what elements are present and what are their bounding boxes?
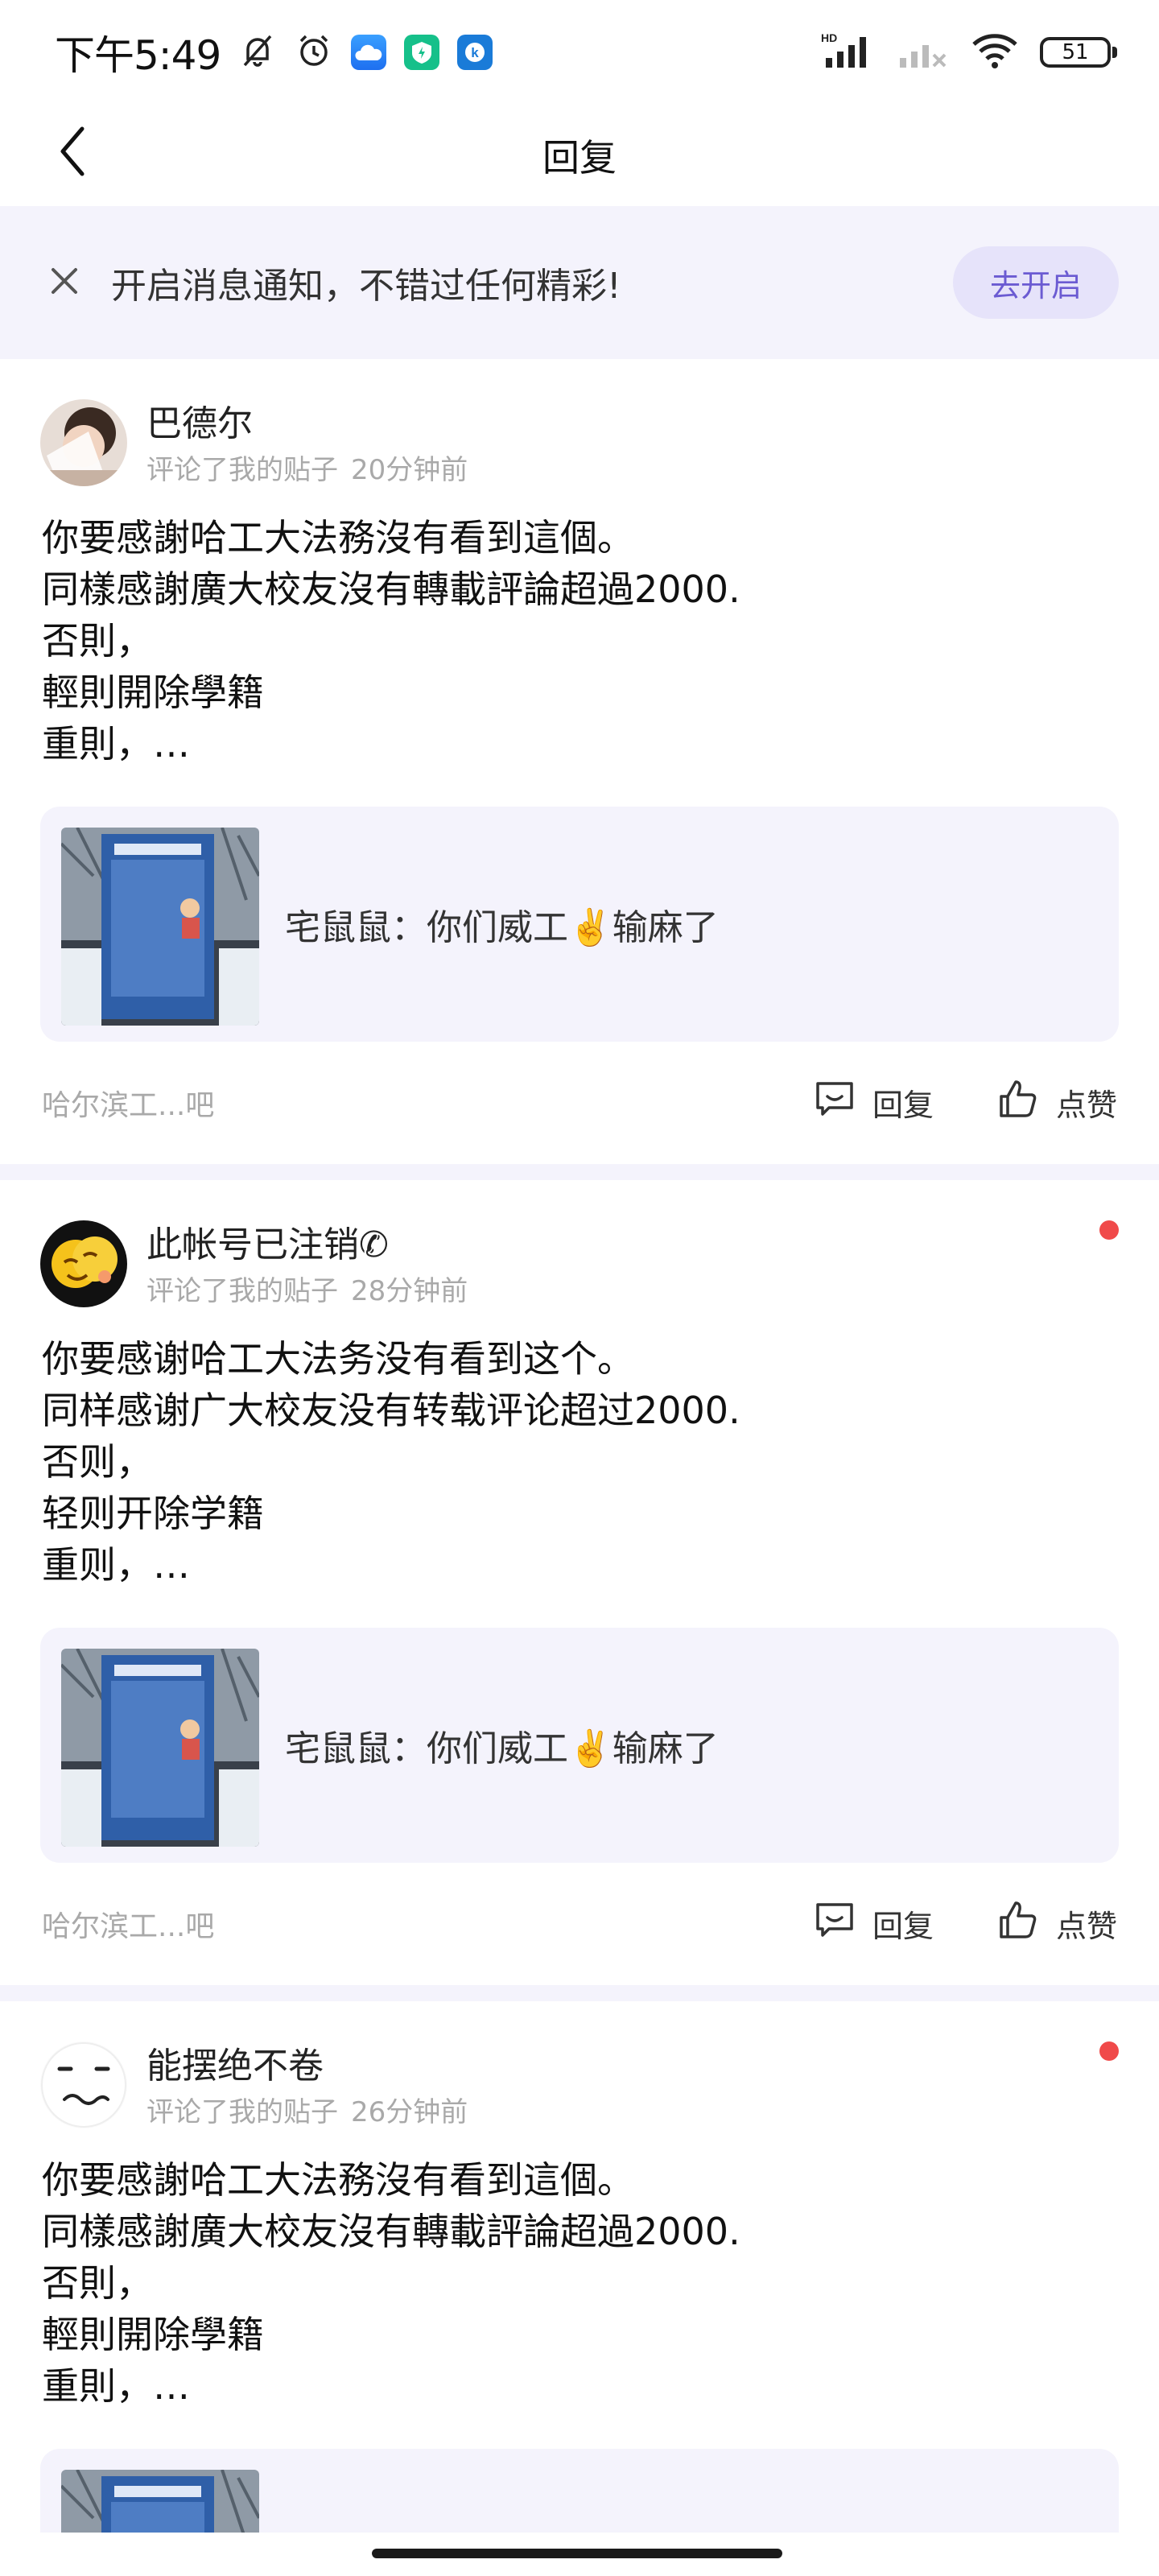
svg-text:k: k <box>472 45 480 60</box>
reply-time: 26分钟前 <box>351 2096 468 2128</box>
signal-icon: HD <box>819 31 876 74</box>
comment-icon <box>813 1898 856 1949</box>
home-indicator[interactable] <box>372 2549 782 2558</box>
status-bar: 下午5:49 k HD 51 <box>0 0 1159 105</box>
reply-card[interactable]: 巴德尔 评论了我的贴子 20分钟前 你要感謝哈工大法務沒有看到這個。 同樣感謝廣大… <box>0 359 1159 1164</box>
banner-text: 开启消息通知，不错过任何精彩! <box>111 266 621 307</box>
avatar[interactable] <box>40 399 127 486</box>
username[interactable]: 此帐号已注销✆ <box>146 1216 389 1267</box>
enable-notifications-button[interactable]: 去开启 <box>953 246 1119 319</box>
signal-off-icon <box>897 32 950 72</box>
reply-action: 评论了我的贴子 <box>146 1275 338 1307</box>
battery-icon: 51 <box>1040 37 1117 68</box>
app-k-icon: k <box>457 35 493 70</box>
username[interactable]: 能摆绝不卷 <box>146 2037 324 2088</box>
content-line: 同樣感謝廣大校友沒有轉載評論超過2000. <box>42 568 740 611</box>
nav-bar: 回复 <box>0 105 1159 206</box>
alarm-icon <box>295 31 333 73</box>
svg-text:HD: HD <box>821 31 837 44</box>
page-title: 回复 <box>542 136 617 180</box>
app-cloud-icon <box>351 35 387 70</box>
avatar[interactable] <box>40 2041 127 2128</box>
unread-dot <box>1099 2041 1119 2061</box>
reply-content[interactable]: 你要感謝哈工大法務沒有看到這個。 同樣感謝廣大校友沒有轉載評論超過2000. 否… <box>42 512 1104 770</box>
content-line: 你要感谢哈工大法务没有看到这个。 <box>42 1337 634 1381</box>
battery-level: 51 <box>1062 40 1089 64</box>
like-label: 点赞 <box>1056 1087 1118 1123</box>
username[interactable]: 巴德尔 <box>146 394 253 446</box>
reply-meta: 评论了我的贴子 26分钟前 <box>146 2090 468 2129</box>
divider <box>0 1164 1159 1180</box>
quoted-text: 宅鼠鼠：你们威工✌️输麻了 <box>285 1728 719 1769</box>
reply-card[interactable]: 此帐号已注销✆ 评论了我的贴子 28分钟前 你要感谢哈工大法务没有看到这个。 同样… <box>0 1180 1159 1985</box>
post-thumbnail <box>61 828 259 1026</box>
quoted-post[interactable] <box>40 2449 1119 2533</box>
reply-label: 回复 <box>872 1087 934 1123</box>
reply-footer: 哈尔滨工...吧 回复 点赞 <box>0 1074 1159 1130</box>
divider <box>0 1985 1159 2001</box>
reply-content[interactable]: 你要感謝哈工大法務沒有看到這個。 同樣感謝廣大校友沒有轉載評論超過2000. 否… <box>42 2154 1104 2412</box>
like-label: 点赞 <box>1056 1908 1118 1944</box>
source-forum-link[interactable]: 哈尔滨工...吧 <box>42 1082 214 1124</box>
reply-action: 评论了我的贴子 <box>146 454 338 486</box>
content-line: 同样感谢广大校友没有转载评论超过2000. <box>42 1389 740 1432</box>
content-line: 你要感謝哈工大法務沒有看到這個。 <box>42 2158 634 2202</box>
quoted-post[interactable]: 宅鼠鼠：你们威工✌️输麻了 <box>40 1628 1119 1863</box>
close-icon <box>48 265 80 300</box>
reply-meta: 评论了我的贴子 20分钟前 <box>146 448 468 487</box>
mute-bell-icon <box>238 31 277 73</box>
content-line: 否則， <box>42 2261 153 2305</box>
thumbs-up-icon <box>996 1898 1040 1949</box>
reply-content[interactable]: 你要感谢哈工大法务没有看到这个。 同样感谢广大校友没有转载评论超过2000. 否… <box>42 1333 1104 1591</box>
reply-action: 评论了我的贴子 <box>146 2096 338 2128</box>
reply-label: 回复 <box>872 1908 934 1944</box>
app-green-icon <box>404 35 440 70</box>
post-thumbnail <box>61 2470 259 2533</box>
content-line: 重則，… <box>42 2364 190 2408</box>
reply-time: 20分钟前 <box>351 454 468 486</box>
content-line: 轻则开除学籍 <box>42 1492 264 1535</box>
avatar[interactable] <box>40 1220 127 1307</box>
thumbs-up-icon <box>996 1077 1040 1128</box>
unread-dot <box>1099 1220 1119 1240</box>
reply-button[interactable]: 回复 <box>813 1895 934 1951</box>
reply-time: 28分钟前 <box>351 1275 468 1307</box>
content-line: 輕則開除學籍 <box>42 2313 264 2356</box>
wifi-icon <box>971 31 1019 73</box>
quoted-text: 宅鼠鼠：你们威工✌️输麻了 <box>285 907 719 948</box>
content-line: 重则，… <box>42 1543 190 1587</box>
reply-footer: 哈尔滨工...吧 回复 点赞 <box>0 1895 1159 1951</box>
like-button[interactable]: 点赞 <box>996 1895 1117 1951</box>
content-line: 輕則開除學籍 <box>42 671 264 714</box>
content-line: 同樣感謝廣大校友沒有轉載評論超過2000. <box>42 2210 740 2253</box>
content-line: 重則，… <box>42 722 190 766</box>
close-banner-button[interactable] <box>40 258 89 307</box>
reply-meta: 评论了我的贴子 28分钟前 <box>146 1269 468 1308</box>
reply-card[interactable]: 能摆绝不卷 评论了我的贴子 26分钟前 你要感謝哈工大法務沒有看到這個。 同樣感謝… <box>0 2001 1159 2533</box>
comment-icon <box>813 1077 856 1128</box>
notification-banner: 开启消息通知，不错过任何精彩! 去开启 <box>0 206 1159 359</box>
quoted-post[interactable]: 宅鼠鼠：你们威工✌️输麻了 <box>40 807 1119 1042</box>
reply-button[interactable]: 回复 <box>813 1074 934 1130</box>
post-thumbnail <box>61 1649 259 1847</box>
content-line: 否则， <box>42 1440 153 1484</box>
like-button[interactable]: 点赞 <box>996 1074 1117 1130</box>
content-line: 你要感謝哈工大法務沒有看到這個。 <box>42 516 634 559</box>
source-forum-link[interactable]: 哈尔滨工...吧 <box>42 1903 214 1945</box>
status-time: 下午5:49 <box>55 32 221 79</box>
back-button[interactable] <box>40 121 105 185</box>
content-line: 否則， <box>42 619 153 663</box>
chevron-left-icon <box>56 126 89 180</box>
